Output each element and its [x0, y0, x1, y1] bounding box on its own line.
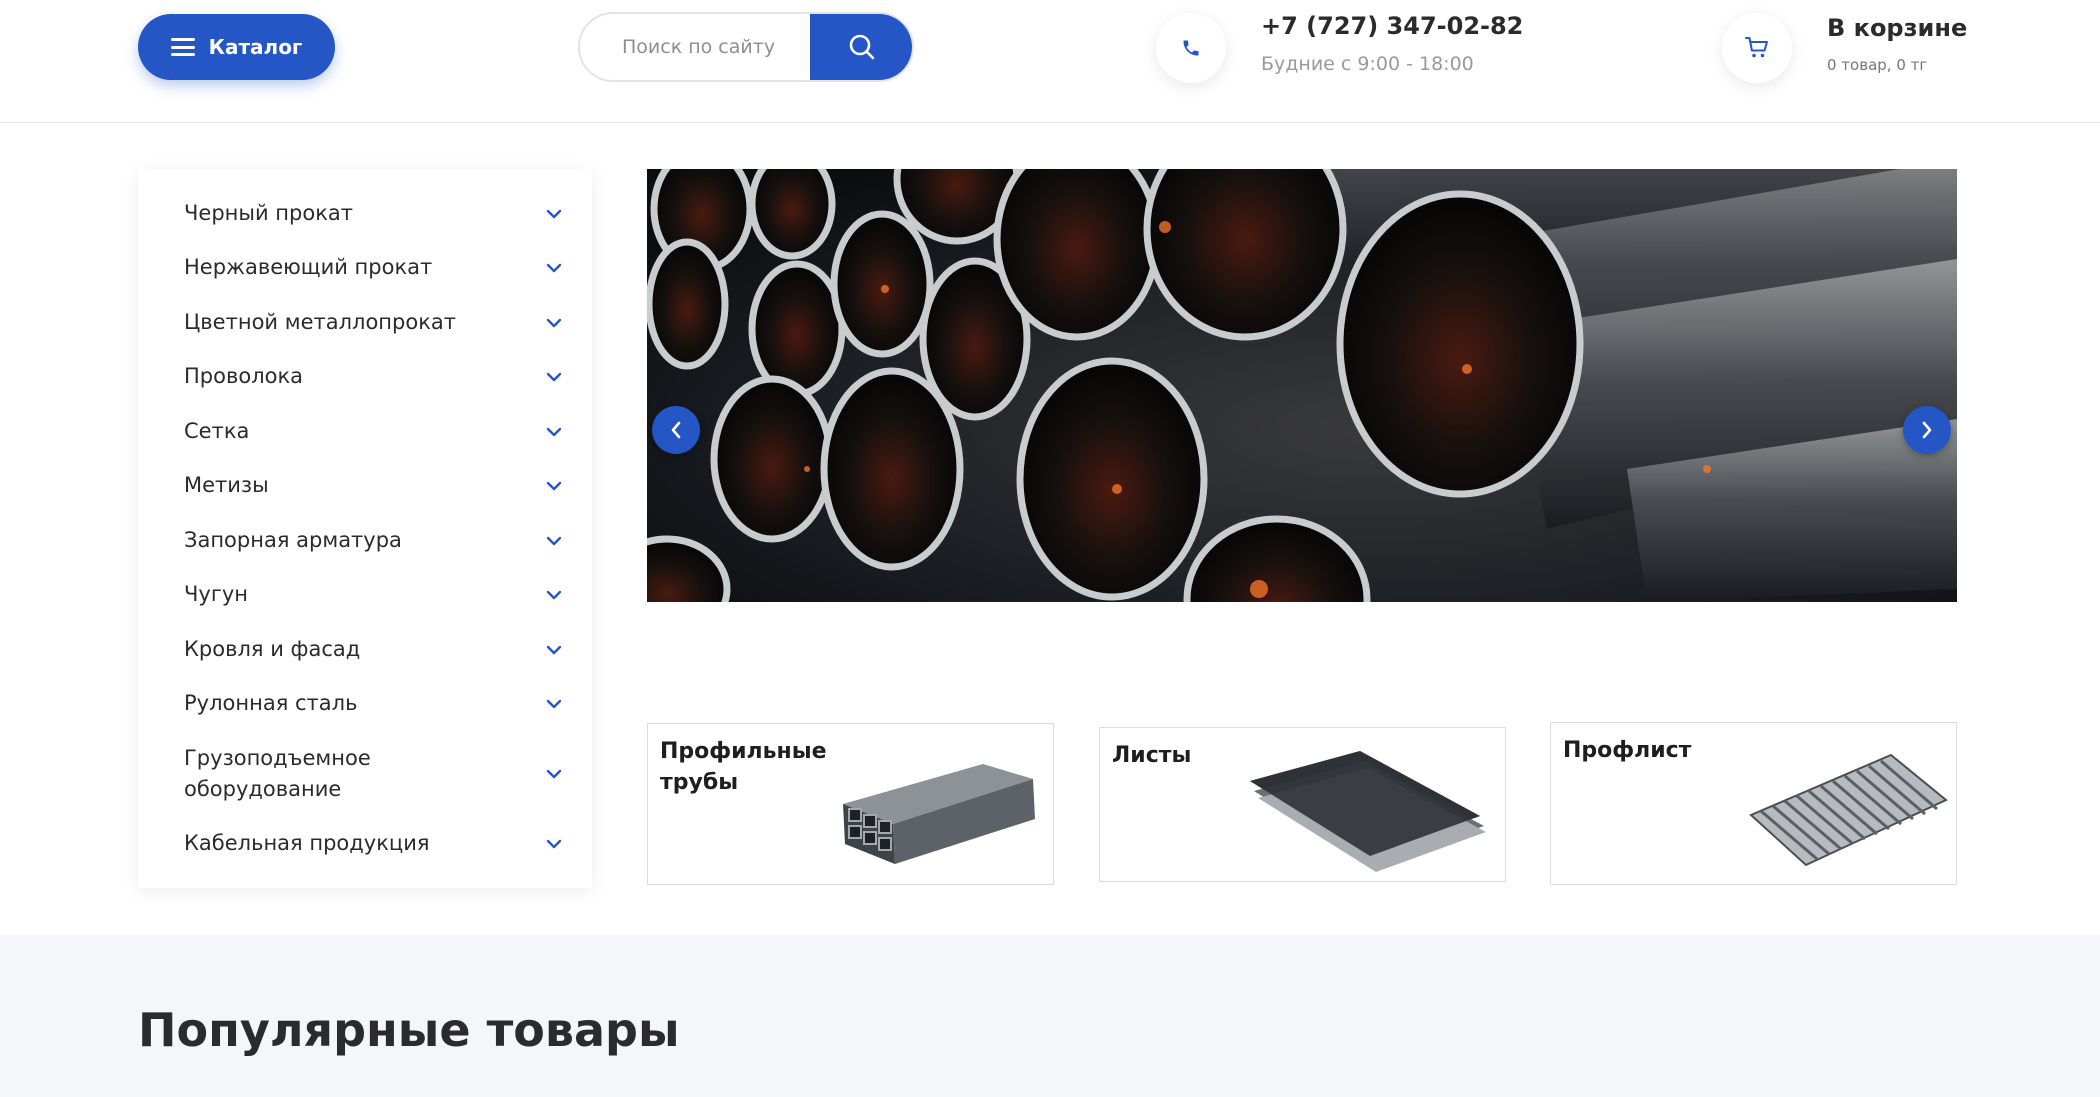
sidebar-item-lifting[interactable]: Грузоподъемное оборудование — [184, 743, 562, 805]
phone-icon — [1183, 40, 1199, 56]
work-hours: Будние с 9:00 - 18:00 — [1261, 53, 1474, 75]
catalog-button[interactable]: Каталог — [138, 14, 335, 80]
chevron-down-icon — [546, 769, 562, 779]
phone-icon-button[interactable] — [1156, 13, 1226, 83]
cart-icon-button[interactable] — [1722, 13, 1792, 83]
metal-sheets-image — [1250, 751, 1486, 872]
search-button[interactable] — [810, 14, 912, 80]
chevron-right-icon — [1922, 421, 1932, 439]
hero-slider[interactable] — [647, 169, 1957, 602]
chevron-down-icon — [546, 209, 562, 218]
sidebar-item-wire[interactable]: Проволока — [184, 361, 562, 392]
sidebar-item-hardware[interactable]: Метизы — [184, 470, 562, 501]
sidebar-item-label: Рулонная сталь — [184, 691, 358, 715]
sidebar-item-cable[interactable]: Кабельная продукция — [184, 828, 562, 859]
sidebar-item-label: Цветной металлопрокат — [184, 310, 456, 334]
chevron-down-icon — [546, 481, 562, 490]
sidebar-item-label: Запорная арматура — [184, 528, 402, 552]
sidebar-item-nonferrous[interactable]: Цветной металлопрокат — [184, 307, 562, 338]
sidebar-item-label: Проволока — [184, 364, 304, 388]
category-card-sheets[interactable]: Листы — [1099, 727, 1506, 882]
chevron-down-icon — [546, 263, 562, 272]
sidebar-item-label: Сетка — [184, 419, 250, 443]
sidebar-item-label: Метизы — [184, 473, 269, 497]
category-card-profiled-sheet[interactable]: Профлист — [1550, 722, 1957, 885]
sidebar-item-coil-steel[interactable]: Рулонная сталь — [184, 688, 562, 719]
sidebar-item-cast-iron[interactable]: Чугун — [184, 579, 562, 610]
sidebar-item-label: Нержавеющий прокат — [184, 255, 433, 279]
popular-products-section: Популярные товары — [0, 935, 2100, 1097]
hamburger-menu-icon — [170, 38, 195, 56]
category-card-profile-pipes[interactable]: Профильные трубы — [647, 723, 1054, 885]
sidebar-item-roofing[interactable]: Кровля и фасад — [184, 634, 562, 665]
chevron-down-icon — [546, 590, 562, 599]
sidebar-item-label: Грузоподъемное оборудование — [184, 746, 371, 801]
site-header: Каталог +7 (727) 347-02-82 Будние с 9:00… — [0, 0, 2100, 123]
cart-summary: 0 товар, 0 тг — [1827, 56, 1928, 74]
cart-icon — [1745, 37, 1768, 58]
sidebar-item-label: Чугун — [184, 582, 249, 606]
chevron-down-icon — [546, 536, 562, 545]
category-title: Профильные трубы — [660, 739, 827, 795]
chevron-down-icon — [546, 372, 562, 381]
corrugated-sheets-image — [1749, 753, 1948, 867]
sidebar-item-label: Кабельная продукция — [184, 831, 430, 855]
chevron-down-icon — [546, 839, 562, 848]
section-title: Популярные товары — [138, 1003, 680, 1057]
sidebar-item-stainless-rolled[interactable]: Нержавеющий прокат — [184, 252, 562, 283]
slider-next-button[interactable] — [1903, 406, 1951, 454]
chevron-down-icon — [546, 318, 562, 327]
cart-title[interactable]: В корзине — [1827, 14, 1967, 42]
chevron-down-icon — [546, 699, 562, 708]
profile-pipes-image — [843, 764, 1035, 864]
sidebar-item-mesh[interactable]: Сетка — [184, 416, 562, 447]
search-box — [578, 12, 914, 82]
chevron-left-icon — [671, 421, 681, 439]
slider-prev-button[interactable] — [652, 406, 700, 454]
search-input[interactable] — [580, 14, 812, 80]
phone-number[interactable]: +7 (727) 347-02-82 — [1261, 12, 1523, 40]
chevron-down-icon — [546, 427, 562, 436]
catalog-button-label: Каталог — [208, 35, 303, 59]
category-title: Профлист — [1563, 738, 1692, 763]
sidebar-item-label: Кровля и фасад — [184, 637, 361, 661]
sidebar-item-label: Черный прокат — [184, 201, 353, 225]
catalog-sidebar: Черный прокат Нержавеющий прокат Цветной… — [138, 169, 592, 888]
search-icon — [849, 34, 875, 60]
sidebar-item-valves[interactable]: Запорная арматура — [184, 525, 562, 556]
sidebar-item-black-rolled[interactable]: Черный прокат — [184, 198, 562, 229]
steel-pipes-banner-image — [647, 169, 1957, 602]
chevron-down-icon — [546, 645, 562, 654]
